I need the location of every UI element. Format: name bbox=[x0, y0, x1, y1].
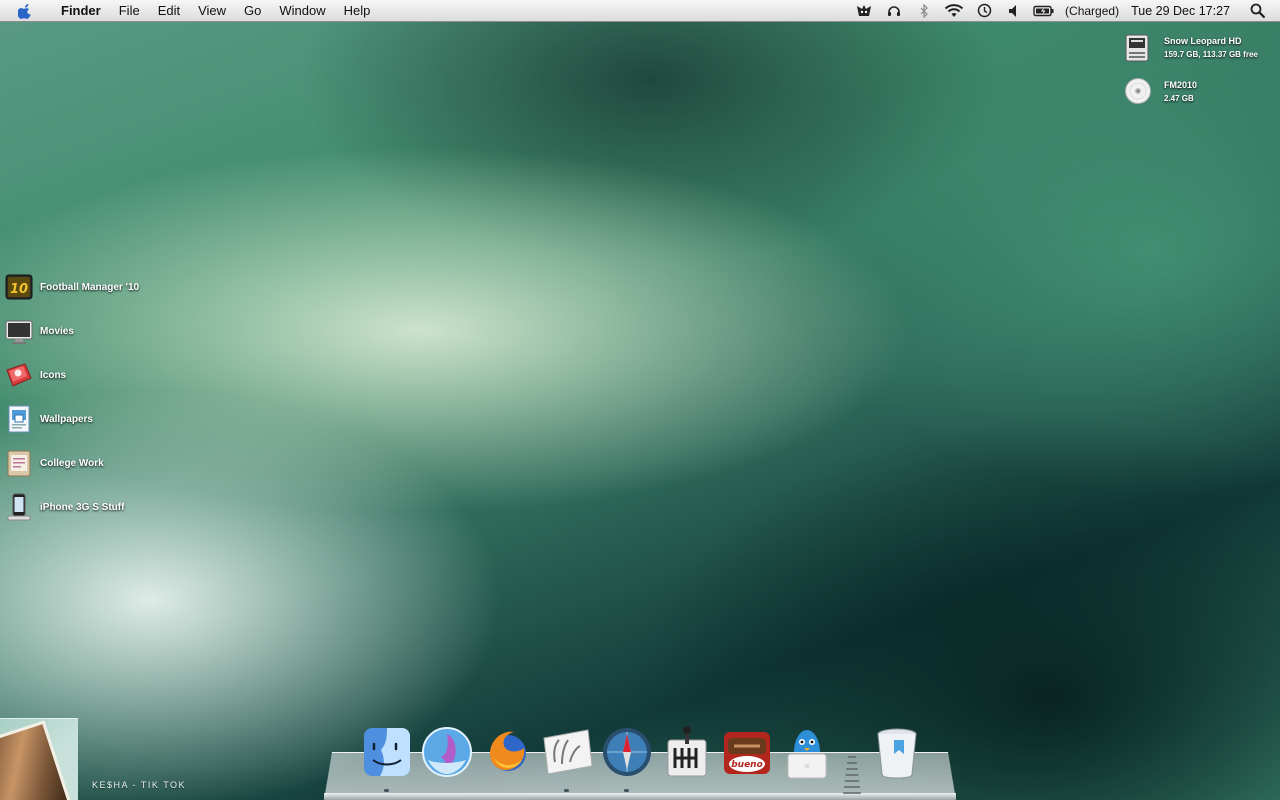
apple-icon[interactable] bbox=[18, 3, 42, 19]
drive-name: Snow Leopard HD bbox=[1164, 36, 1242, 46]
menu-window[interactable]: Window bbox=[270, 3, 334, 18]
twitter-bird-icon bbox=[787, 730, 827, 779]
volume-icon[interactable] bbox=[999, 0, 1029, 22]
wallpapers-folder-icon bbox=[4, 404, 34, 434]
drive-name: FM2010 bbox=[1164, 80, 1198, 90]
now-playing-track: KE$HA - TIK TOK bbox=[92, 780, 187, 790]
iphone-icon bbox=[4, 492, 34, 522]
dock-item-trash[interactable] bbox=[870, 724, 924, 780]
menu-edit[interactable]: Edit bbox=[149, 3, 189, 18]
menu-clock[interactable]: Tue 29 Dec 17:27 bbox=[1125, 4, 1242, 18]
svg-text:bueno: bueno bbox=[731, 760, 763, 770]
menu-bar: Finder File Edit View Go Window Help (Ch… bbox=[0, 0, 1280, 22]
dock-running-indicator bbox=[564, 789, 569, 792]
headphones-icon[interactable] bbox=[879, 0, 909, 22]
desktop-item-label: iPhone 3G S Stuff bbox=[40, 501, 125, 513]
hard-drive-icon bbox=[1124, 33, 1154, 63]
desktop-item-label: Wallpapers bbox=[40, 413, 93, 425]
disc-icon bbox=[1124, 77, 1154, 107]
bueno-icon: bueno bbox=[724, 732, 770, 774]
gear-shift-icon bbox=[667, 726, 707, 777]
menu-app-name[interactable]: Finder bbox=[52, 3, 110, 18]
dock-item-safari[interactable] bbox=[600, 724, 654, 780]
dock-item-system-preferences[interactable] bbox=[660, 724, 714, 780]
safari-icon bbox=[603, 728, 651, 776]
desktop-item-college-work[interactable]: College Work bbox=[4, 448, 104, 478]
dock-front-edge bbox=[324, 793, 956, 800]
football-manager-icon: 10 bbox=[4, 272, 34, 302]
album-artwork[interactable] bbox=[0, 718, 78, 800]
dock-item-mail[interactable] bbox=[420, 724, 474, 780]
drive-fm2010[interactable]: FM2010 2.47 GB bbox=[1124, 77, 1197, 107]
svg-text:10: 10 bbox=[10, 282, 28, 297]
dock-item-kinder-bueno[interactable]: bueno bbox=[720, 724, 774, 780]
bluetooth-icon[interactable] bbox=[909, 0, 939, 22]
college-work-folder-icon bbox=[4, 448, 34, 478]
dock-running-indicator bbox=[624, 789, 629, 792]
menu-help[interactable]: Help bbox=[335, 3, 380, 18]
mail-icon bbox=[422, 727, 472, 777]
dock-running-indicator bbox=[384, 789, 389, 792]
dock-item-twitter[interactable] bbox=[780, 724, 834, 780]
photo-booth-icon bbox=[543, 729, 593, 775]
firefox-icon bbox=[490, 731, 526, 771]
dock-item-finder[interactable] bbox=[360, 724, 414, 780]
menu-go[interactable]: Go bbox=[235, 3, 270, 18]
battery-icon[interactable] bbox=[1029, 0, 1059, 22]
desktop-item-label: College Work bbox=[40, 457, 104, 469]
dock-item-photo-booth[interactable] bbox=[540, 724, 594, 780]
wifi-icon[interactable] bbox=[939, 0, 969, 22]
drive-detail: 159.7 GB, 113.37 GB free bbox=[1164, 50, 1258, 59]
menu-view[interactable]: View bbox=[189, 3, 235, 18]
time-machine-icon[interactable] bbox=[969, 0, 999, 22]
battery-status[interactable]: (Charged) bbox=[1059, 4, 1125, 18]
icons-folder-icon bbox=[4, 360, 34, 390]
desktop-item-label: Icons bbox=[40, 369, 67, 381]
desktop-item-icons[interactable]: Icons bbox=[4, 360, 66, 390]
desktop-item-wallpapers[interactable]: Wallpapers bbox=[4, 404, 93, 434]
album-photo bbox=[0, 720, 73, 800]
status-menus: (Charged) Tue 29 Dec 17:27 bbox=[849, 0, 1280, 22]
movies-folder-icon bbox=[4, 316, 34, 346]
spotlight-icon[interactable] bbox=[1242, 0, 1272, 22]
drive-detail: 2.47 GB bbox=[1164, 94, 1194, 103]
desktop-item-football-manager[interactable]: 10 Football Manager '10 bbox=[4, 272, 139, 302]
dock-item-firefox[interactable] bbox=[480, 724, 534, 780]
desktop-item-label: Movies bbox=[40, 325, 74, 337]
menu-file[interactable]: File bbox=[110, 3, 149, 18]
desktop-item-movies[interactable]: Movies bbox=[4, 316, 74, 346]
growl-icon[interactable] bbox=[849, 0, 879, 22]
desktop-item-iphone-stuff[interactable]: iPhone 3G S Stuff bbox=[4, 492, 124, 522]
trash-icon bbox=[877, 728, 917, 779]
desktop-item-label: Football Manager '10 bbox=[40, 281, 140, 293]
finder-icon bbox=[364, 728, 410, 776]
drive-snow-leopard-hd[interactable]: Snow Leopard HD 159.7 GB, 113.37 GB free bbox=[1124, 33, 1258, 63]
